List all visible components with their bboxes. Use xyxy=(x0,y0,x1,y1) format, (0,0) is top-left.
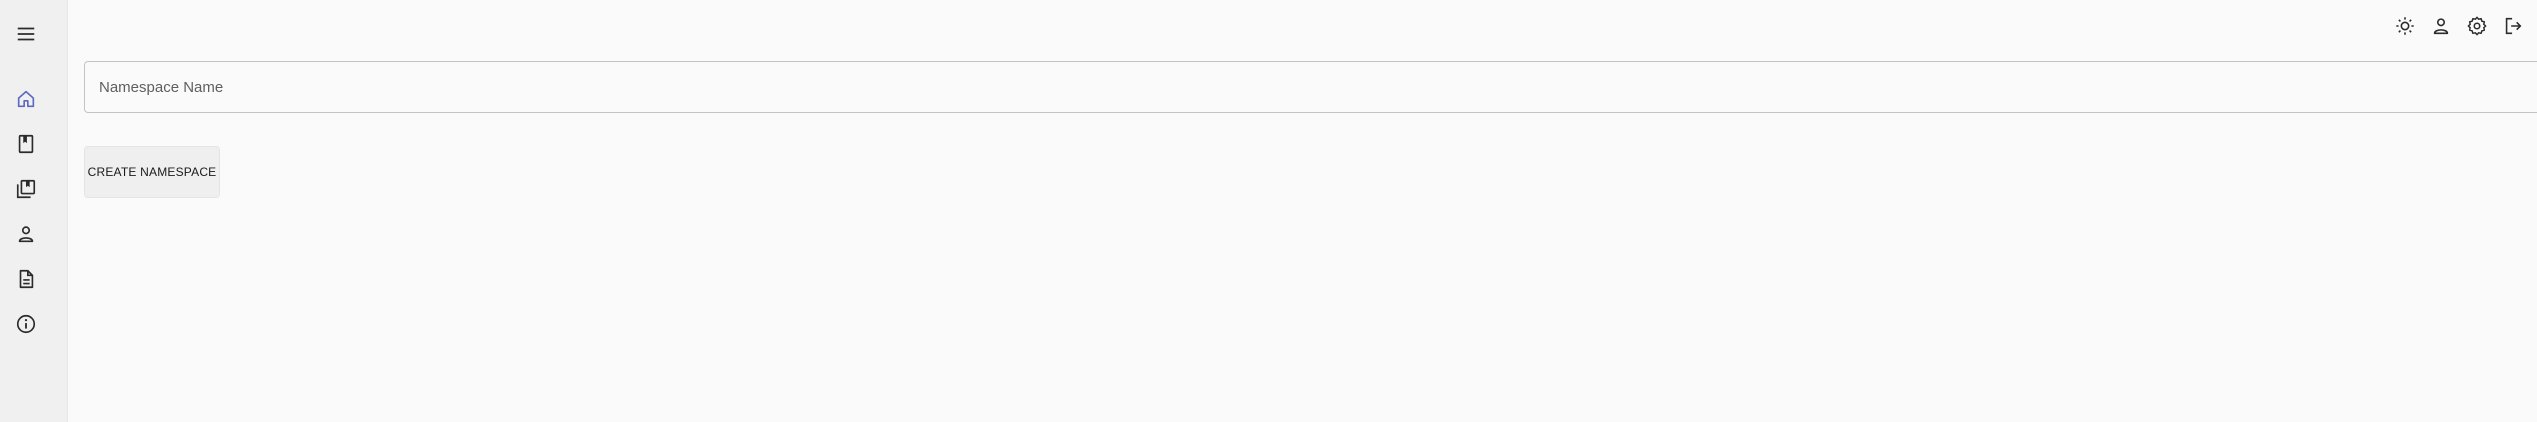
document-icon xyxy=(19,269,34,289)
sidebar-item-user[interactable] xyxy=(14,222,38,246)
light-mode-sun-icon xyxy=(2396,17,2414,35)
sidebar-item-library[interactable] xyxy=(14,177,38,201)
logout-icon xyxy=(2505,17,2522,35)
home-icon xyxy=(17,90,35,108)
settings-button[interactable] xyxy=(2465,14,2489,38)
theme-toggle-button[interactable] xyxy=(2393,14,2417,38)
library-books-icon xyxy=(16,179,36,199)
sidebar-item-info[interactable] xyxy=(14,312,38,336)
settings-gear-icon xyxy=(2467,16,2487,36)
menu-button[interactable] xyxy=(14,22,38,46)
namespace-name-input[interactable] xyxy=(84,61,2537,113)
book-icon xyxy=(18,134,34,154)
sidebar xyxy=(0,0,68,422)
info-icon xyxy=(16,314,36,334)
logout-button[interactable] xyxy=(2501,14,2525,38)
sidebar-item-home[interactable] xyxy=(14,87,38,111)
person-icon xyxy=(18,226,34,243)
account-person-icon xyxy=(2433,18,2449,35)
sidebar-item-document[interactable] xyxy=(14,267,38,291)
sidebar-item-book[interactable] xyxy=(14,132,38,156)
account-button[interactable] xyxy=(2429,14,2453,38)
create-namespace-button[interactable]: CREATE NAMESPACE xyxy=(84,146,220,198)
hamburger-menu-icon xyxy=(17,27,35,41)
